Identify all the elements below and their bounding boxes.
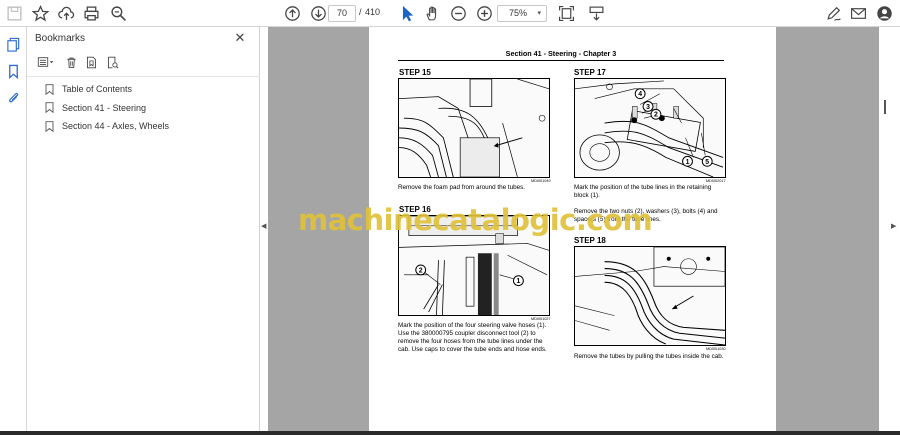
bookmark-label: Section 41 - Steering	[62, 102, 147, 113]
step-18-caption: Remove the tubes by pulling the tubes in…	[574, 353, 724, 360]
page-total: 410	[365, 7, 381, 17]
scroll-mode-icon[interactable]	[585, 3, 607, 24]
step-17-figure-code: MD00I2017	[706, 179, 726, 183]
bookmark-list: Table of Contents Section 41 - Steering …	[27, 80, 260, 136]
step-15-caption: Remove the foam pad from around the tube…	[398, 184, 526, 191]
bookmarks-toolbar	[33, 54, 253, 72]
bookmark-item-section-41[interactable]: Section 41 - Steering	[27, 99, 260, 118]
attachment-icon[interactable]	[4, 88, 23, 107]
step-18-label: STEP 18	[574, 236, 606, 245]
step-17-figure: 4 3 2 1 5	[574, 78, 726, 178]
page-thumbnails-icon[interactable]	[4, 35, 23, 54]
next-page-icon[interactable]	[307, 3, 329, 24]
bookmark-item-table-of-contents[interactable]: Table of Contents	[27, 80, 260, 99]
previous-page-icon[interactable]	[281, 3, 303, 24]
bookmark-panel-icon[interactable]	[4, 62, 23, 81]
navigation-rail	[0, 27, 27, 435]
save-icon[interactable]	[3, 3, 25, 24]
step-17-label: STEP 17	[574, 68, 606, 77]
hand-tool-icon[interactable]	[421, 3, 443, 24]
watermark: machinecatalogic.com	[298, 203, 653, 237]
step-17-caption: Mark the position of the tube lines in t…	[574, 184, 712, 199]
svg-text:5: 5	[705, 159, 709, 166]
delete-bookmark-icon[interactable]	[63, 54, 79, 70]
zoom-value: 75%	[509, 8, 528, 18]
zoom-dropdown[interactable]: 75% ▾	[497, 5, 547, 22]
sign-pen-icon[interactable]	[822, 3, 844, 24]
scrollbar-thumb[interactable]	[884, 100, 886, 114]
step-16-figure-code: MD00I1027	[531, 317, 551, 321]
step-15-figure-code: MD00I1049	[531, 179, 551, 183]
bookmark-icon	[45, 102, 54, 114]
svg-text:4: 4	[638, 91, 642, 98]
chevron-down-icon: ▾	[537, 10, 541, 17]
cloud-upload-icon[interactable]	[55, 3, 77, 24]
find-bookmark-icon[interactable]	[104, 54, 120, 70]
bookmark-icon	[45, 84, 54, 95]
svg-text:2: 2	[654, 112, 658, 119]
step-16-caption: Mark the position of the four steering v…	[398, 322, 547, 353]
print-icon[interactable]	[80, 3, 102, 24]
svg-text:3: 3	[646, 104, 650, 111]
svg-text:1: 1	[686, 159, 690, 166]
account-icon[interactable]	[873, 3, 895, 24]
pdf-viewer-app: 70 / 410 75% ▾ Bookmarks ✕ Table of Cont…	[0, 0, 900, 435]
close-icon[interactable]: ✕	[233, 31, 247, 45]
select-cursor-icon[interactable]	[396, 3, 418, 24]
zoom-search-icon[interactable]	[107, 3, 129, 24]
page-number-input[interactable]: 70	[328, 5, 356, 22]
star-icon[interactable]	[29, 3, 51, 24]
vertical-scrollbar[interactable]: ▶	[879, 27, 900, 435]
step-15-figure	[398, 78, 550, 178]
zoom-out-icon[interactable]	[447, 3, 469, 24]
step-15-label: STEP 15	[399, 68, 431, 77]
collapse-panel-icon[interactable]: ◀	[261, 222, 266, 230]
section-title: Section 41 - Steering - Chapter 3	[505, 49, 617, 58]
step-18-figure	[574, 246, 726, 346]
divider	[27, 76, 260, 77]
bookmark-label: Section 44 - Axles, Wheels	[62, 121, 170, 132]
toolbar: 70 / 410 75% ▾	[0, 0, 900, 27]
page-fit-icon[interactable]	[555, 3, 577, 24]
taskbar-edge	[0, 431, 900, 435]
step-18-figure-code: MD00I1030	[706, 347, 726, 351]
zoom-in-icon[interactable]	[473, 3, 495, 24]
bookmarks-panel: Bookmarks ✕ Table of Contents Section 41…	[27, 27, 260, 435]
bookmark-icon	[45, 121, 54, 132]
svg-text:1: 1	[516, 278, 520, 285]
expand-right-panel-icon[interactable]: ▶	[891, 222, 896, 230]
section-rule	[398, 60, 724, 61]
bookmark-item-section-44[interactable]: Section 44 - Axles, Wheels	[27, 117, 260, 136]
bookmarks-title: Bookmarks	[35, 33, 86, 44]
new-bookmark-icon[interactable]	[83, 54, 99, 70]
page-separator: /	[359, 7, 362, 17]
email-icon[interactable]	[847, 3, 869, 24]
svg-text:2: 2	[419, 267, 423, 274]
bookmark-options-icon[interactable]	[35, 54, 57, 70]
bookmark-label: Table of Contents	[62, 84, 133, 95]
